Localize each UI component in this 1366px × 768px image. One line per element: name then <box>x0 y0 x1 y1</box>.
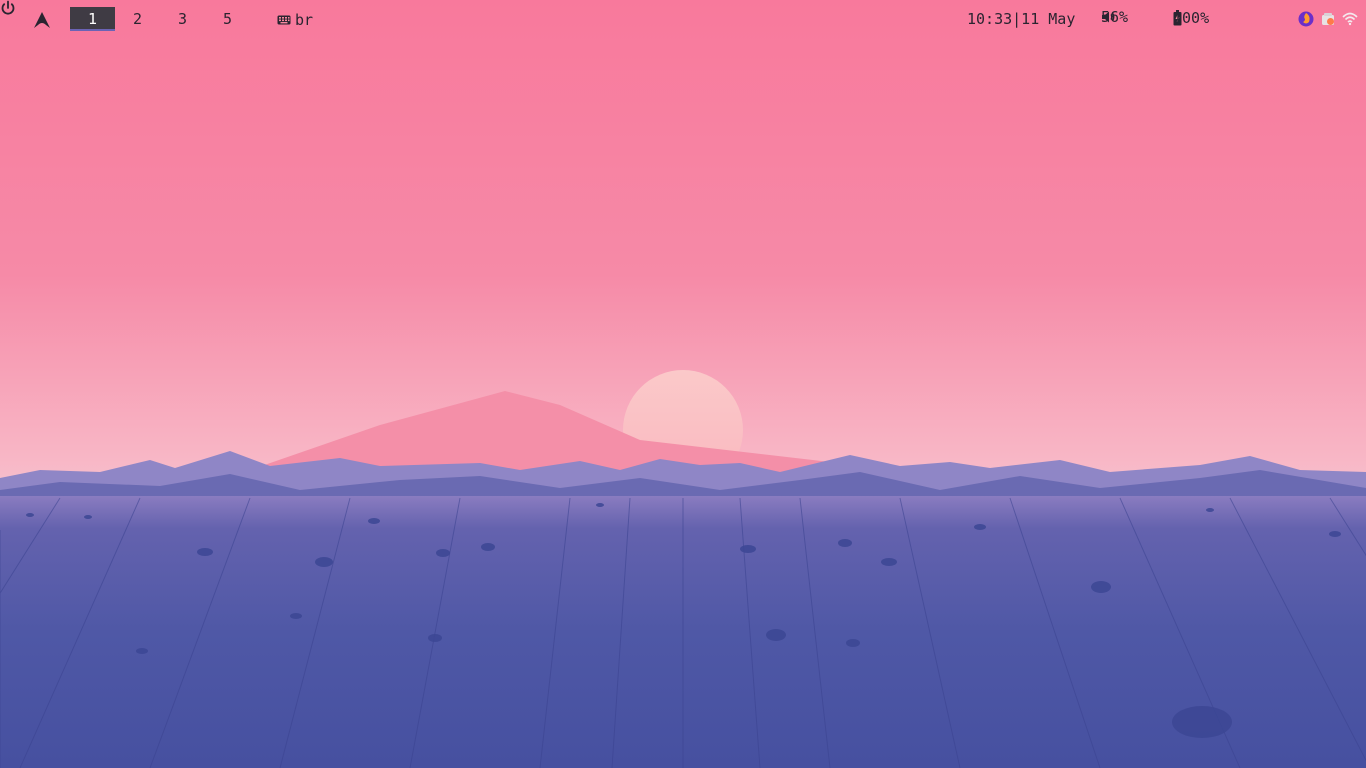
volume-value: 56% <box>1101 8 1129 26</box>
wifi-icon[interactable] <box>1342 11 1358 27</box>
workspace-3[interactable]: 3 <box>160 7 205 31</box>
battery-indicator[interactable]: 100% <box>1173 9 1209 27</box>
workspace-1[interactable]: 1 <box>70 7 115 31</box>
firefox-icon[interactable] <box>1298 11 1314 27</box>
power-icon[interactable] <box>0 0 16 16</box>
battery-value: 100% <box>1173 9 1210 27</box>
workspace-5[interactable]: 5 <box>205 7 250 31</box>
top-panel: 1 2 3 5 br 10:33|11 May 56% 100% <box>0 0 1366 40</box>
keyboard-layout-label: br <box>295 11 314 29</box>
clock[interactable]: 10:33|11 May <box>967 10 1075 28</box>
keyboard-layout-indicator[interactable]: br <box>277 8 313 32</box>
system-tray <box>1298 11 1358 27</box>
updates-icon[interactable] <box>1320 11 1336 27</box>
volume-indicator[interactable]: 56% <box>1101 8 1128 26</box>
desktop-wallpaper <box>0 0 1366 768</box>
keyboard-icon <box>277 15 291 25</box>
arch-linux-logo-icon[interactable] <box>33 11 51 29</box>
workspace-2[interactable]: 2 <box>115 7 160 31</box>
